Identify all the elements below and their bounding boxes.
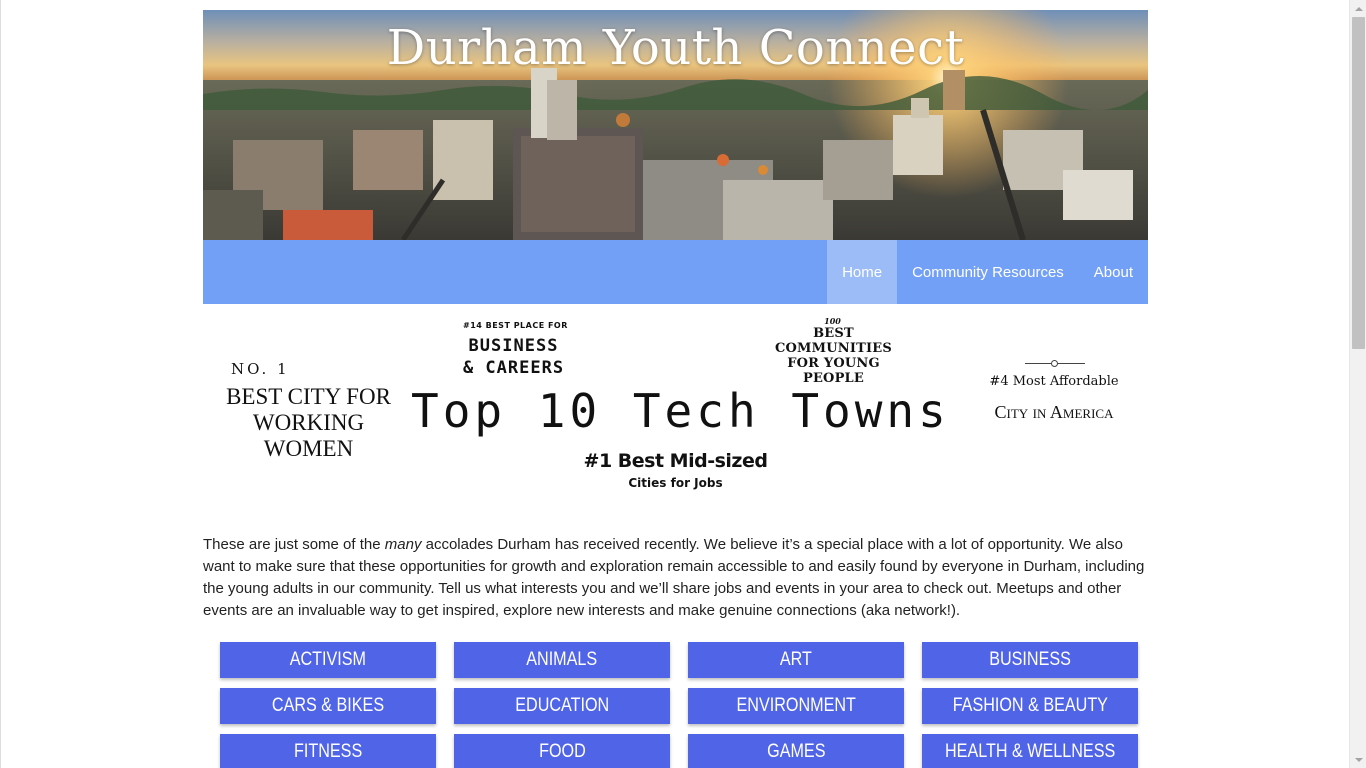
intro-paragraph: These are just some of the many accolade… — [203, 534, 1151, 622]
accolade-business-rank: #14 BEST PLACE FOR — [463, 321, 568, 330]
category-label: ART — [779, 649, 813, 670]
intro-emphasis: many — [384, 536, 422, 553]
scrollbar-thumb[interactable] — [1352, 17, 1365, 349]
category-label: FASHION & BEAUTY — [952, 695, 1108, 716]
accolades-banner: NO. 1 BEST CITY FOR WORKING WOMEN #14 BE… — [203, 312, 1148, 502]
accolade-best-city-working-women: BEST CITY FOR WORKING WOMEN — [226, 384, 391, 461]
category-button-fashion-beauty[interactable]: FASHION & BEAUTY — [922, 688, 1138, 724]
category-button-cars-bikes[interactable]: CARS & BIKES — [220, 688, 436, 724]
accolade-best-communities: BEST COMMUNITIES FOR YOUNG PEOPLE — [774, 326, 892, 386]
category-label: FITNESS — [293, 741, 363, 762]
category-label: ANIMALS — [526, 649, 598, 670]
accolade-business-careers: BUSINESS & CAREERS — [462, 336, 565, 378]
category-label: GAMES — [766, 741, 826, 762]
accolade-no1-rank: NO. 1 — [231, 360, 290, 378]
accolade-divider-dot — [1051, 360, 1058, 367]
category-button-food[interactable]: FOOD — [454, 734, 670, 768]
nav-item-community-resources[interactable]: Community Resources — [897, 240, 1079, 304]
category-button-games[interactable]: GAMES — [688, 734, 904, 768]
accolade-communities-count: 100 — [824, 316, 841, 326]
accolade-top-tech-towns: Top 10 Tech Towns — [411, 384, 950, 438]
interest-categories: ACTIVISM ANIMALS ART BUSINESS CARS & BIK… — [220, 642, 1140, 768]
category-label: EDUCATION — [515, 695, 609, 716]
arrow-down-icon — [1354, 757, 1363, 762]
category-label: FOOD — [538, 741, 586, 762]
category-label: CARS & BIKES — [271, 695, 385, 716]
category-button-animals[interactable]: ANIMALS — [454, 642, 670, 678]
header-hero-image: Durham Youth Connect — [203, 10, 1148, 240]
nav-item-home[interactable]: Home — [827, 240, 898, 304]
arrow-up-icon — [1354, 6, 1363, 11]
nav-menu: Home Community Resources About — [827, 240, 1148, 304]
vertical-scrollbar[interactable] — [1349, 0, 1366, 768]
category-button-art[interactable]: ART — [688, 642, 904, 678]
category-button-fitness[interactable]: FITNESS — [220, 734, 436, 768]
accolade-cities-for-jobs: Cities for Jobs — [628, 476, 723, 490]
category-label: ACTIVISM — [289, 649, 367, 670]
main-nav: Home Community Resources About — [203, 240, 1148, 304]
category-label: HEALTH & WELLNESS — [944, 741, 1116, 762]
accolade-most-affordable: #4 Most Affordable — [989, 374, 1119, 389]
intro-text-start: These are just some of the — [203, 536, 385, 553]
site-title: Durham Youth Connect — [386, 20, 965, 76]
category-button-education[interactable]: EDUCATION — [454, 688, 670, 724]
page: Durham Youth Connect Home Community Reso… — [0, 0, 1349, 768]
accolade-city-in-america: City in America — [994, 402, 1114, 422]
scroll-up-button[interactable] — [1350, 0, 1366, 17]
category-button-business[interactable]: BUSINESS — [922, 642, 1138, 678]
category-button-environment[interactable]: ENVIRONMENT — [688, 688, 904, 724]
category-button-activism[interactable]: ACTIVISM — [220, 642, 436, 678]
category-button-health-wellness[interactable]: HEALTH & WELLNESS — [922, 734, 1138, 768]
category-label: ENVIRONMENT — [736, 695, 856, 716]
accolade-best-midsized: #1 Best Mid-sized — [583, 450, 768, 472]
scroll-down-button[interactable] — [1350, 751, 1366, 768]
category-label: BUSINESS — [989, 649, 1071, 670]
nav-item-about[interactable]: About — [1079, 240, 1148, 304]
